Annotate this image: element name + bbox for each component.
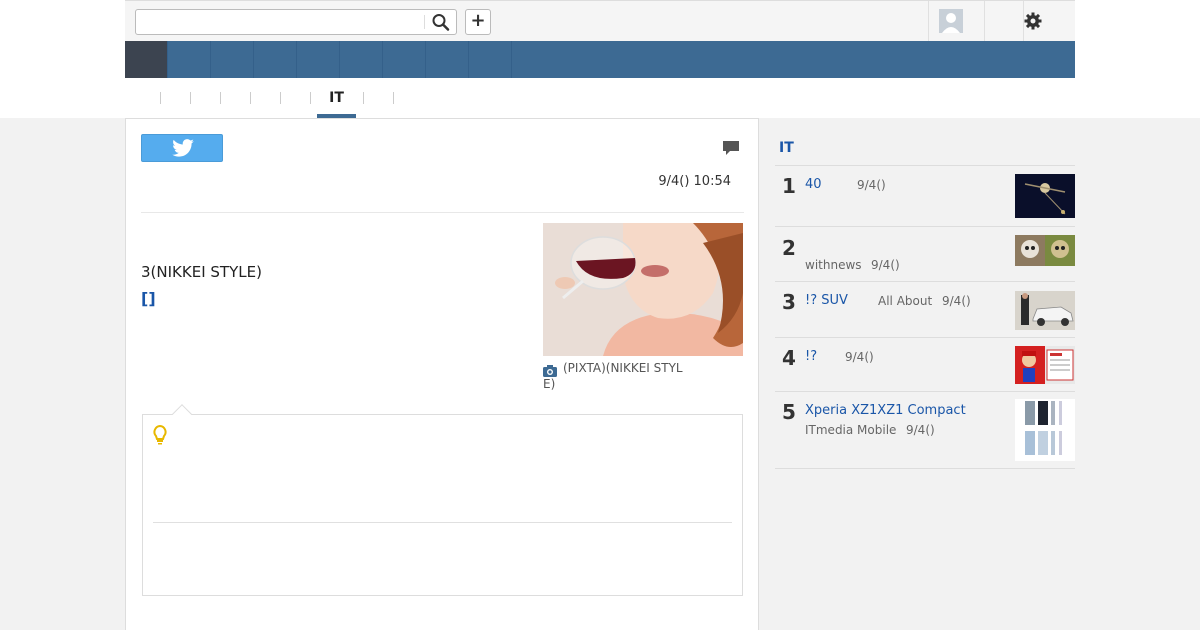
ranking-thumbnail[interactable] xyxy=(1015,346,1075,384)
twitter-share-button[interactable] xyxy=(141,134,223,162)
thumbnail-mario-image xyxy=(1015,346,1075,384)
settings-button[interactable] xyxy=(1022,10,1044,32)
sidebar-title: IT xyxy=(779,140,794,156)
avatar[interactable] xyxy=(939,9,963,33)
ranking-date: 9/4() xyxy=(857,178,886,192)
sub-nav: IT xyxy=(125,78,1075,118)
comment-icon xyxy=(723,141,739,155)
article-photo[interactable] xyxy=(543,223,743,356)
nav-item[interactable] xyxy=(211,41,254,78)
subnav-divider xyxy=(190,92,191,104)
rank-number: 2 xyxy=(782,236,796,260)
avatar-icon xyxy=(939,9,963,33)
subnav-divider xyxy=(220,92,221,104)
settings-cell xyxy=(984,1,1024,41)
add-button[interactable]: + xyxy=(465,9,491,35)
ranking-source: withnews xyxy=(805,258,862,272)
article-panel: 9/4() 10:54 3(NIKKEI STYLE) [] (PIXTA)(N… xyxy=(125,118,759,630)
tab-it-label: IT xyxy=(329,90,344,106)
nav-item[interactable] xyxy=(383,41,426,78)
box-pointer xyxy=(172,404,192,424)
ranking-source: All About xyxy=(878,294,933,308)
ranking-link[interactable]: Xperia XZ1XZ1 Compact xyxy=(805,403,966,418)
lightbulb-icon xyxy=(152,424,168,445)
divider xyxy=(775,226,1075,227)
plus-icon: + xyxy=(470,10,486,31)
ranking-sidebar: IT 1 40 9/4() 2 withnews 9/4() 3 !? SUV … xyxy=(775,118,1075,630)
search-divider xyxy=(424,15,425,29)
rank-number: 4 xyxy=(782,346,796,370)
article-datetime: 9/4() 10:54 xyxy=(658,174,731,189)
nav-item[interactable] xyxy=(254,41,297,78)
search-button[interactable] xyxy=(430,12,452,32)
article-headline[interactable]: 3(NIKKEI STYLE) xyxy=(141,263,262,281)
user-menu[interactable] xyxy=(928,1,985,41)
thumbnail-characters-image xyxy=(1015,235,1075,266)
rank-number: 1 xyxy=(782,174,796,198)
divider xyxy=(775,165,1075,166)
ranking-date: 9/4() xyxy=(871,258,900,272)
nav-item[interactable] xyxy=(426,41,469,78)
search-input[interactable] xyxy=(140,13,422,31)
divider xyxy=(775,468,1075,469)
rank-number: 3 xyxy=(782,290,796,314)
tab-it[interactable]: IT xyxy=(317,90,356,118)
nav-item-home[interactable] xyxy=(125,41,168,78)
ranking-date: 9/4() xyxy=(942,294,971,308)
ranking-date: 9/4() xyxy=(906,423,935,437)
rank-number: 5 xyxy=(782,400,796,424)
ranking-thumbnail[interactable] xyxy=(1015,235,1075,266)
subnav-divider xyxy=(310,92,311,104)
ranking-link[interactable]: !? xyxy=(805,349,817,364)
subnav-divider xyxy=(160,92,161,104)
photo-woman-wine-image xyxy=(543,223,743,356)
nav-item[interactable] xyxy=(168,41,211,78)
subnav-divider xyxy=(280,92,281,104)
photo-caption: (PIXTA)(NIKKEI STYLE) xyxy=(543,361,683,391)
subnav-divider xyxy=(250,92,251,104)
top-toolbar: + xyxy=(125,0,1075,41)
ranking-link[interactable]: !? SUV xyxy=(805,293,848,308)
nav-item[interactable] xyxy=(469,41,512,78)
thumbnail-space-image xyxy=(1015,174,1075,218)
ranking-thumbnail[interactable] xyxy=(1015,399,1075,461)
ranking-thumbnail[interactable] xyxy=(1015,291,1075,330)
box-divider xyxy=(153,522,732,523)
gear-icon xyxy=(1024,12,1042,30)
search-box xyxy=(135,9,457,35)
ranking-source: ITmedia Mobile xyxy=(805,423,897,437)
ranking-link[interactable]: 40 xyxy=(805,177,822,192)
subnav-divider xyxy=(363,92,364,104)
divider xyxy=(775,281,1075,282)
article-link[interactable]: [] xyxy=(141,289,156,308)
thumbnail-phones-image xyxy=(1015,399,1075,461)
summary-box xyxy=(142,404,743,596)
comment-button[interactable] xyxy=(722,139,740,157)
ranking-date: 9/4() xyxy=(845,350,874,364)
search-icon xyxy=(432,14,450,31)
ranking-thumbnail[interactable] xyxy=(1015,174,1075,218)
divider xyxy=(775,337,1075,338)
thumbnail-suv-image xyxy=(1015,291,1075,330)
nav-item[interactable] xyxy=(297,41,340,78)
divider xyxy=(141,212,744,213)
divider xyxy=(775,391,1075,392)
nav-item[interactable] xyxy=(340,41,383,78)
category-nav xyxy=(125,41,1075,78)
subnav-divider xyxy=(393,92,394,104)
twitter-icon xyxy=(172,139,194,157)
